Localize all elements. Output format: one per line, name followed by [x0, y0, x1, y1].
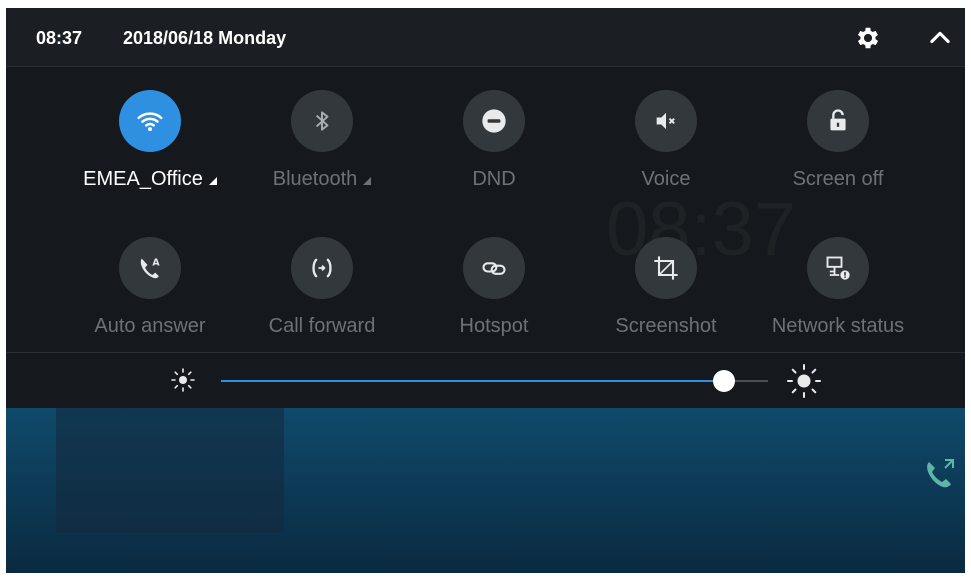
- brightness-control: [6, 353, 965, 408]
- brightness-low-icon: [171, 368, 195, 392]
- gear-icon[interactable]: [854, 24, 882, 52]
- call-transfer-icon[interactable]: [919, 454, 959, 494]
- tile-label-dnd[interactable]: DND: [472, 168, 515, 191]
- tile-dnd[interactable]: DND: [408, 90, 580, 191]
- auto-answer-toggle[interactable]: A: [119, 237, 181, 299]
- call-forward-toggle[interactable]: [291, 237, 353, 299]
- volume-mute-icon: [656, 112, 675, 130]
- tile-label-auto-answer[interactable]: Auto answer: [94, 315, 205, 338]
- tile-auto-answer[interactable]: A Auto answer: [64, 237, 236, 338]
- tile-label-call-forward[interactable]: Call forward: [269, 315, 376, 338]
- tile-bluetooth[interactable]: Bluetooth: [236, 90, 408, 191]
- tile-label-voice[interactable]: Voice: [642, 168, 691, 191]
- home-screen-background: [6, 408, 965, 573]
- tile-voice[interactable]: Voice: [580, 90, 752, 191]
- hotspot-icon: [482, 262, 506, 275]
- hotspot-toggle[interactable]: [463, 237, 525, 299]
- expand-arrow-icon: [208, 177, 217, 185]
- brightness-high-icon: [787, 364, 821, 398]
- crop-icon: [654, 256, 678, 280]
- tile-label-screen-off[interactable]: Screen off: [793, 168, 884, 191]
- home-widget-tile[interactable]: [56, 408, 284, 533]
- quick-settings-panel: 08:37 08:37 2018/06/18 Monday: [6, 8, 965, 408]
- tile-screen-off[interactable]: Screen off: [752, 90, 924, 191]
- brightness-slider-fill: [221, 380, 725, 382]
- tile-label-hotspot[interactable]: Hotspot: [460, 315, 529, 338]
- network-status-icon: [826, 256, 850, 280]
- tile-hotspot[interactable]: Hotspot: [408, 237, 580, 338]
- tile-wifi[interactable]: EMEA_Office: [64, 90, 236, 191]
- network-status-toggle[interactable]: [807, 237, 869, 299]
- tile-network-status[interactable]: Network status: [752, 237, 924, 338]
- brightness-slider-thumb[interactable]: [713, 370, 736, 392]
- tile-label-screenshot[interactable]: Screenshot: [615, 315, 716, 338]
- lock-icon: [830, 109, 846, 131]
- tile-screenshot[interactable]: Screenshot: [580, 237, 752, 338]
- wifi-icon: [137, 112, 163, 132]
- screenshot-toggle[interactable]: [635, 237, 697, 299]
- dnd-toggle[interactable]: [463, 90, 525, 152]
- tile-label-bluetooth[interactable]: Bluetooth: [273, 168, 372, 191]
- wifi-toggle[interactable]: [119, 90, 181, 152]
- screen-off-toggle[interactable]: [807, 90, 869, 152]
- expand-arrow-icon: [363, 177, 372, 185]
- brightness-slider[interactable]: [221, 370, 768, 392]
- status-time: 08:37: [36, 28, 83, 48]
- chevron-up-icon[interactable]: [926, 24, 954, 52]
- tile-label-wifi[interactable]: EMEA_Office: [83, 168, 217, 191]
- status-bar: 08:37 2018/06/18 Monday: [6, 8, 965, 67]
- bluetooth-toggle[interactable]: [291, 90, 353, 152]
- tile-label-network-status[interactable]: Network status: [772, 315, 904, 338]
- phone-screen: 08:37 08:37 2018/06/18 Monday: [6, 8, 965, 573]
- dnd-icon: [482, 109, 506, 133]
- auto-answer-icon: A: [140, 258, 160, 279]
- voice-toggle[interactable]: [635, 90, 697, 152]
- status-date: 2018/06/18 Monday: [123, 28, 287, 48]
- svg-text:A: A: [152, 258, 160, 269]
- bluetooth-icon: [315, 111, 329, 131]
- tile-call-forward[interactable]: Call forward: [236, 237, 408, 338]
- call-forward-icon: [312, 258, 332, 278]
